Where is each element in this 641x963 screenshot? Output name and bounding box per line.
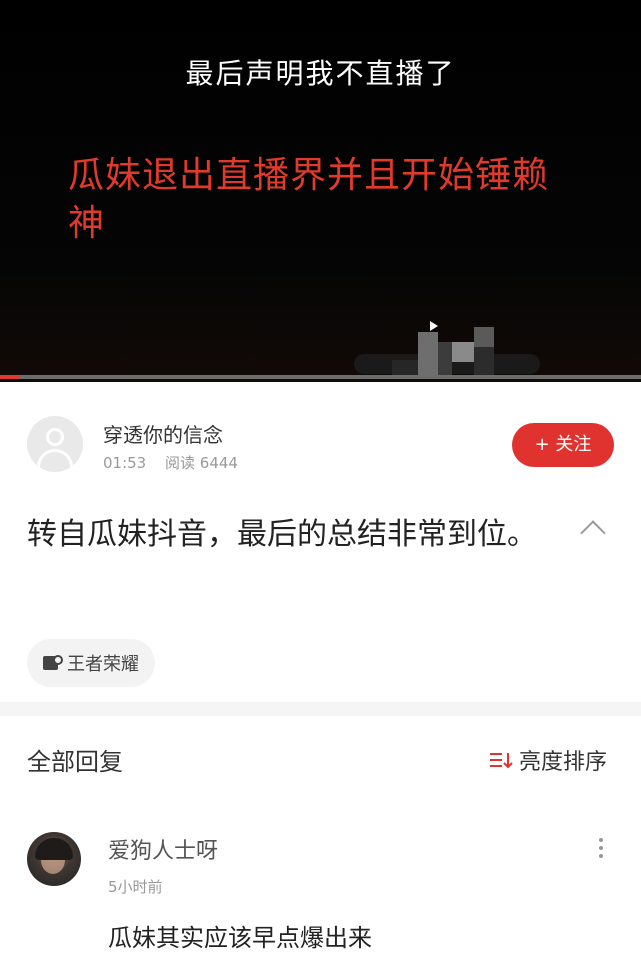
video-progress-fill [0,375,20,379]
post-time: 01:53 [103,454,147,472]
video-caption-red: 瓜妹退出直播界并且开始锤赖神 [68,155,550,244]
cursor-icon [430,321,438,331]
post-text: 转自瓜妹抖音，最后的总结非常到位。 [27,517,537,552]
author-avatar[interactable] [27,416,83,472]
replies-title: 全部回复 [27,748,123,776]
read-count: 阅读 6444 [165,454,238,472]
comment-text: 瓜妹其实应该早点爆出来 [108,924,372,952]
author-meta: 01:53 阅读 6444 [103,452,252,473]
author-name[interactable]: 穿透你的信念 [103,419,223,448]
follow-button[interactable]: + 关注 [512,423,614,467]
chevron-up-icon[interactable] [580,520,606,546]
video-player[interactable]: 最后声明我不直播了 瓜妹退出直播界并且开始锤赖神 [0,0,641,382]
video-caption-top: 最后声明我不直播了 [185,57,456,90]
topic-tag[interactable]: 王者荣耀 [27,639,155,687]
comment-avatar[interactable] [27,832,81,886]
topic-tag-label: 王者荣耀 [67,654,139,675]
video-progress-bar[interactable] [0,375,641,379]
sort-button[interactable]: 亮度排序 [489,744,607,776]
video-blurred-region [352,322,542,376]
game-tag-icon [43,655,63,671]
sort-label: 亮度排序 [518,750,607,775]
post-detail-page: 最后声明我不直播了 瓜妹退出直播界并且开始锤赖神 穿透你的信念 01:53 阅读… [0,0,641,963]
sort-icon [489,753,513,769]
section-divider [0,702,641,716]
comment-author-name[interactable]: 爱狗人士呀 [108,833,218,865]
more-vertical-icon[interactable] [598,838,604,858]
comment-time: 5小时前 [108,878,163,896]
